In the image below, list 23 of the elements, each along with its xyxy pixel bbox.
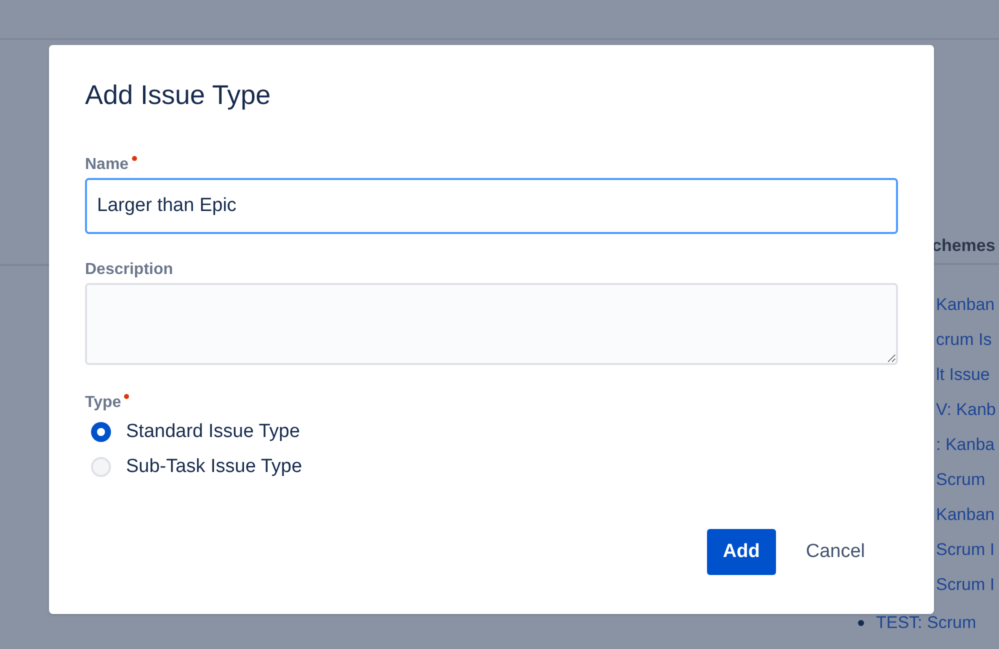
scheme-link[interactable]: crum Is — [936, 330, 992, 350]
field-label: Name — [85, 155, 129, 175]
add-button[interactable]: Add — [706, 529, 776, 575]
radio-button[interactable] — [91, 422, 111, 442]
cancel-button[interactable]: Cancel — [790, 529, 881, 575]
field-label: Type — [85, 393, 122, 413]
field-label: Description — [85, 260, 174, 280]
column-heading: chemes — [932, 236, 996, 255]
scheme-link[interactable]: Scrum — [936, 470, 986, 490]
radio-label: Standard Issue Type — [126, 420, 300, 444]
scheme-link[interactable]: : Kanba — [936, 435, 995, 455]
description-input-field[interactable] — [85, 283, 898, 365]
dialog-title: Add Issue Type — [85, 79, 272, 111]
name-input-field[interactable]: Larger than Epic — [85, 178, 898, 234]
scheme-link[interactable]: V: Kanb — [936, 400, 996, 420]
radio-button[interactable] — [91, 457, 111, 477]
scheme-link[interactable]: Scrum I — [936, 540, 995, 560]
scheme-link[interactable]: TEST: Scrum — [876, 613, 976, 633]
scheme-link[interactable]: lt Issue — [936, 365, 990, 385]
scheme-link[interactable]: Kanban — [936, 505, 995, 525]
radio-label: Sub-Task Issue Type — [126, 454, 302, 479]
scheme-link[interactable]: Scrum I — [936, 575, 995, 595]
scheme-link[interactable]: Kanban — [936, 295, 995, 315]
